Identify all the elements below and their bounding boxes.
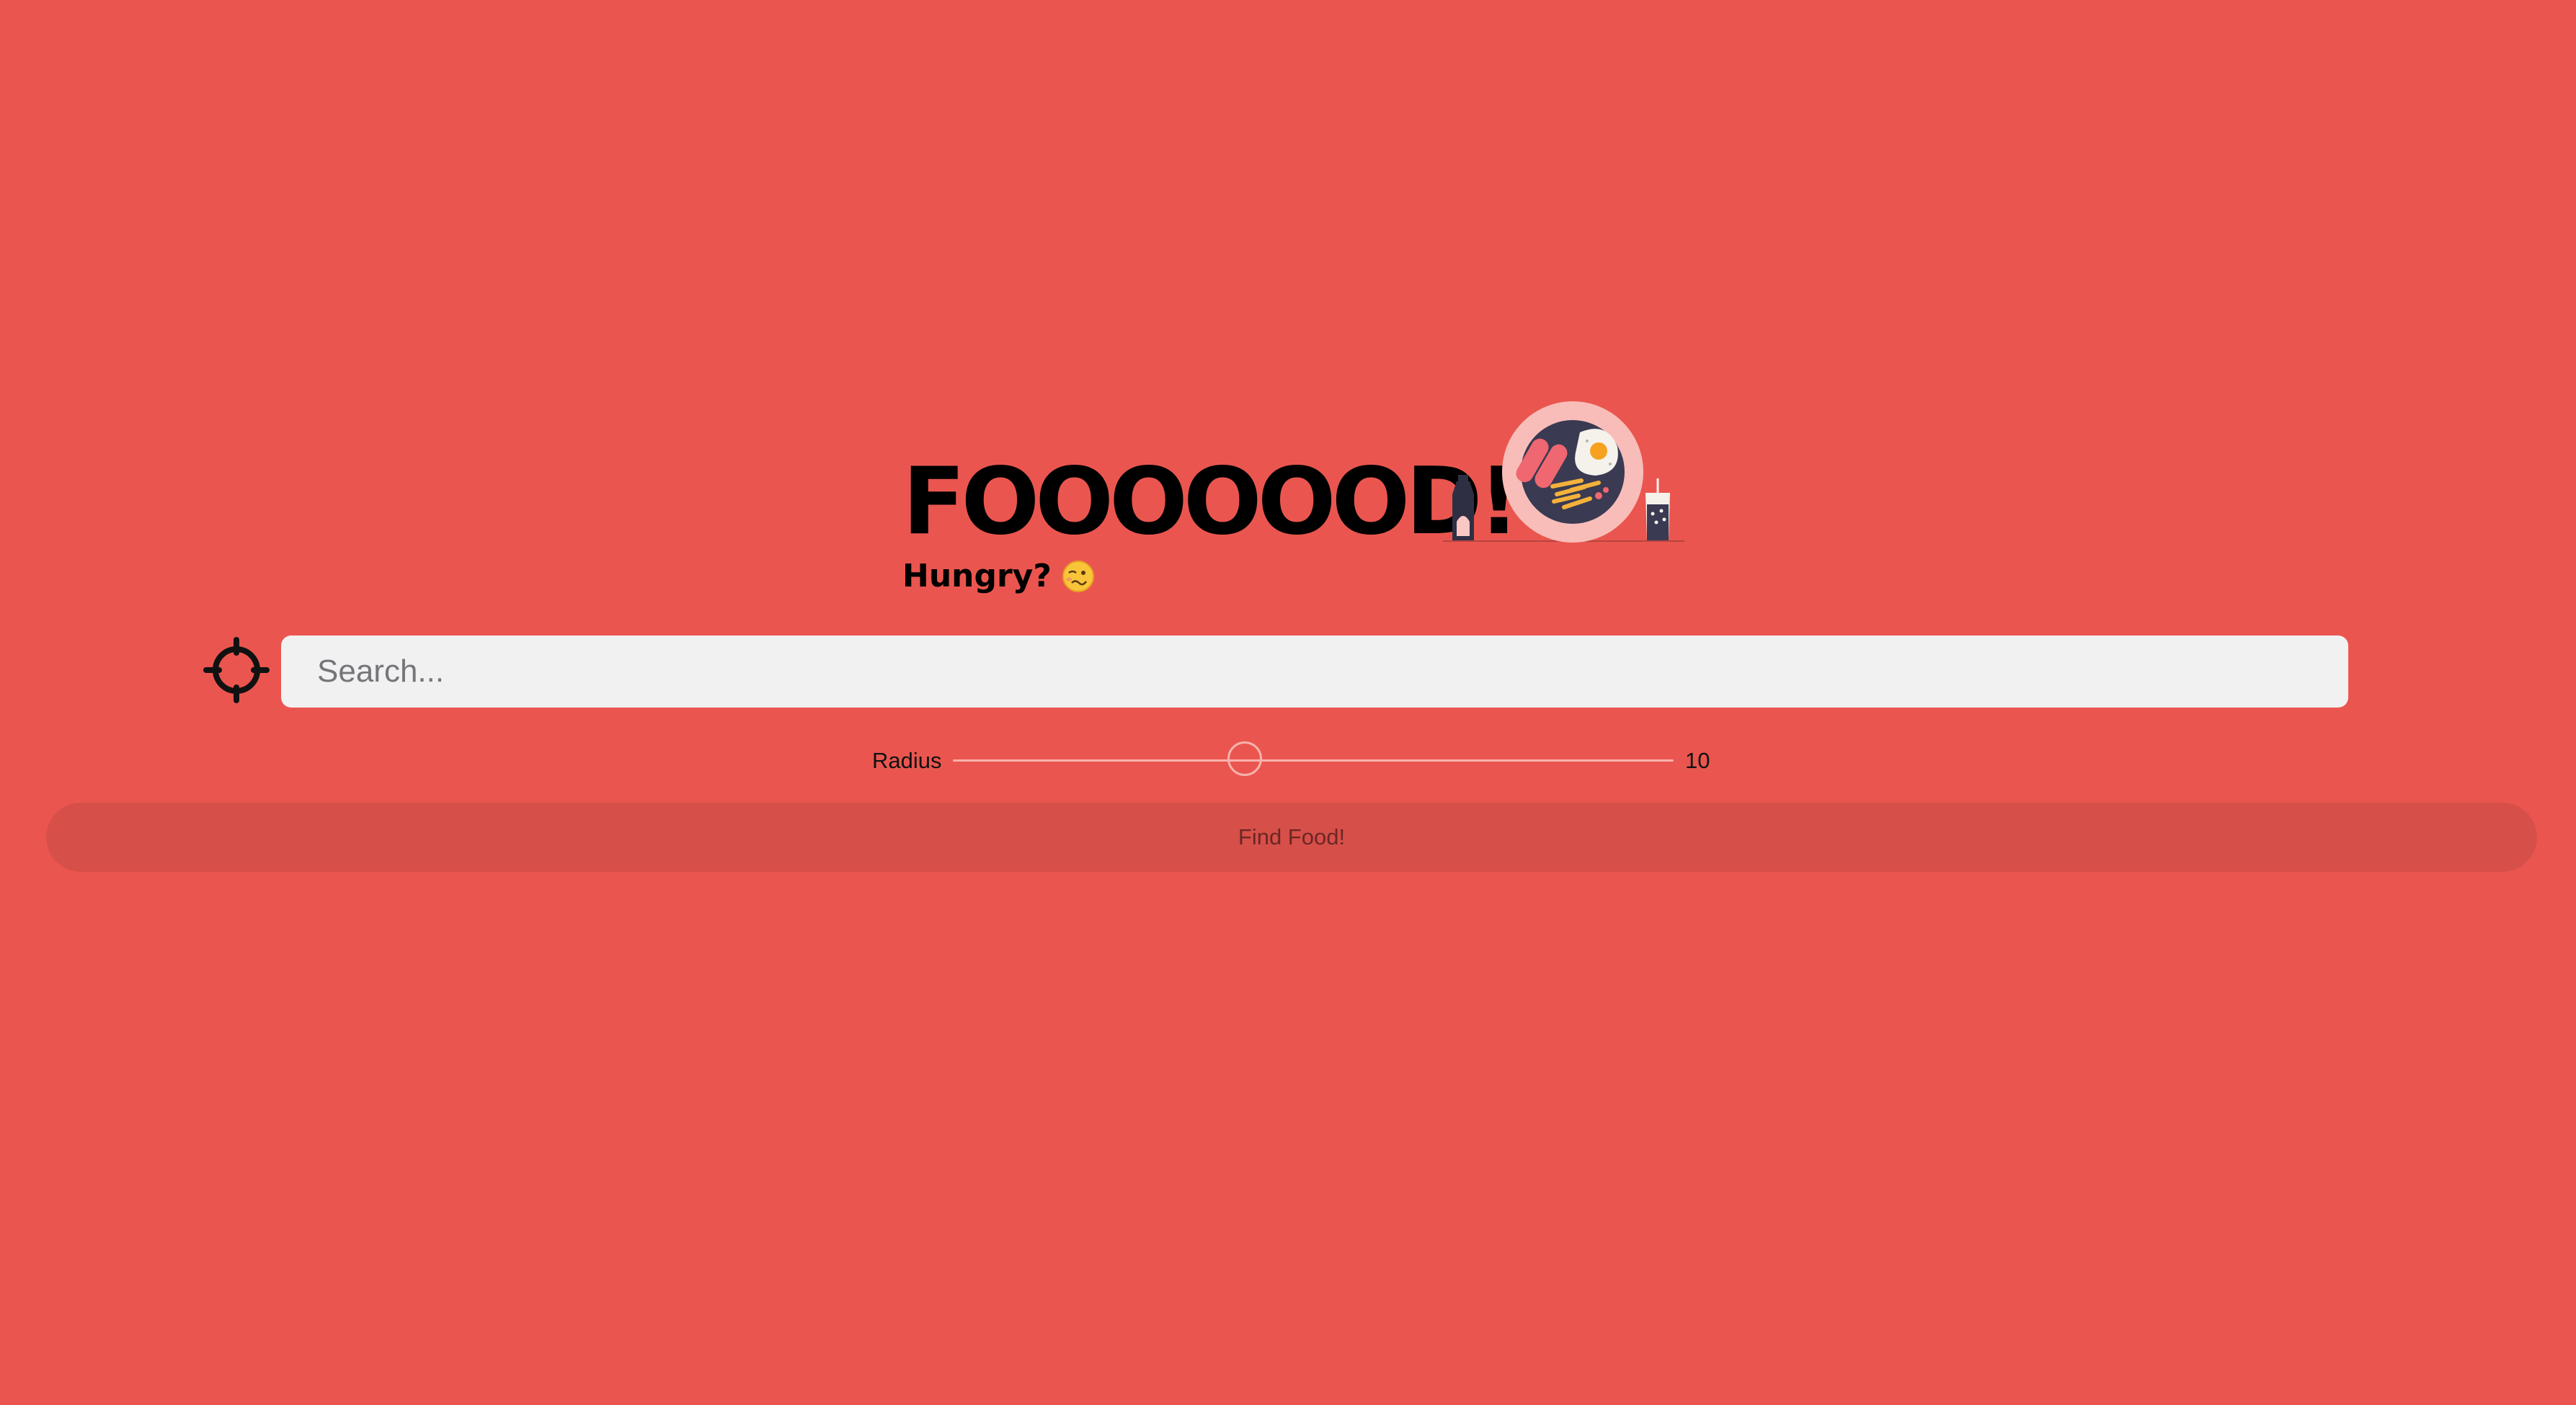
slider-thumb[interactable] [1227, 741, 1262, 776]
plate-icon [1502, 401, 1643, 543]
find-food-button[interactable]: Find Food! [46, 803, 2537, 872]
radius-slider[interactable] [953, 739, 1674, 782]
soda-glass-icon [1645, 478, 1670, 540]
subtitle-row: Hungry? [902, 556, 1095, 597]
crosshair-icon[interactable] [202, 635, 271, 705]
radius-value: 10 [1685, 748, 1710, 773]
slider-track [953, 759, 1674, 762]
page-title: FOOOOOOD! [902, 448, 1520, 556]
radius-label: Radius [872, 748, 942, 773]
ketchup-bottle-icon [1452, 475, 1474, 540]
search-input[interactable] [281, 635, 2348, 708]
subtitle: Hungry? [902, 558, 1052, 594]
breakfast-plate-illustration [1443, 401, 1684, 543]
woozy-face-icon [1062, 561, 1094, 592]
header: FOOOOOOD! Hungry? [902, 389, 1695, 605]
